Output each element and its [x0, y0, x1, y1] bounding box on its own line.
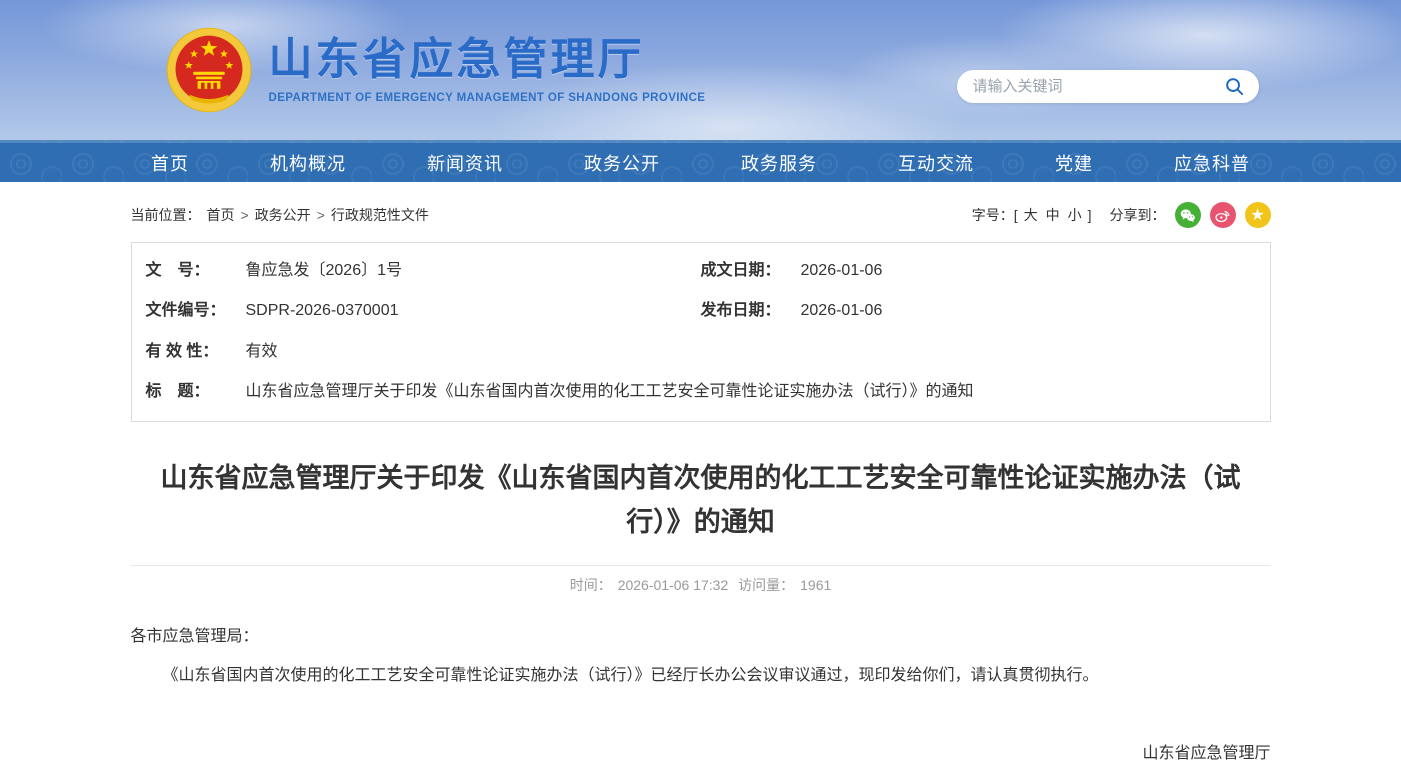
- visits-label: 访问量：: [738, 577, 794, 593]
- meta-value-docnumber: 鲁应急发〔2026〕1号: [246, 260, 403, 282]
- article-salutation: 各市应急管理局：: [131, 621, 1271, 652]
- fontsize-label-end: ]: [1088, 207, 1092, 223]
- weibo-share-icon[interactable]: [1210, 202, 1236, 228]
- meta-value-validity: 有效: [246, 341, 278, 363]
- article-body: 各市应急管理局： 《山东省国内首次使用的化工工艺安全可靠性论证实施办法（试行）》…: [131, 621, 1271, 774]
- meta-label-fileid: 文件编号：: [146, 300, 236, 322]
- meta-row-title: 标 题： 山东省应急管理厅关于印发《山东省国内首次使用的化工工艺安全可靠性论证实…: [132, 372, 1270, 412]
- document-meta-table: 文 号： 鲁应急发〔2026〕1号 成文日期： 2026-01-06 文件编号：…: [131, 242, 1271, 422]
- article-paragraph: 《山东省国内首次使用的化工工艺安全可靠性论证实施办法（试行）》已经厅长办公会议审…: [131, 660, 1271, 691]
- time-label: 时间：: [570, 577, 612, 593]
- meta-row-docnumber-date: 文 号： 鲁应急发〔2026〕1号 成文日期： 2026-01-06: [132, 251, 1270, 291]
- search-icon[interactable]: [1223, 75, 1247, 99]
- breadcrumb-item-home[interactable]: 首页: [207, 205, 235, 225]
- nav-item-news[interactable]: 新闻资讯: [427, 150, 503, 176]
- breadcrumb: 当前位置： 首页 > 政务公开 > 行政规范性文件: [131, 205, 429, 225]
- nav-item-services[interactable]: 政务服务: [741, 150, 817, 176]
- signature-org: 山东省应急管理厅: [131, 737, 1271, 771]
- meta-label-written-date: 成文日期：: [701, 260, 791, 282]
- site-name-en: DEPARTMENT OF EMERGENCY MANAGEMENT OF SH…: [269, 92, 706, 104]
- nav-item-science[interactable]: 应急科普: [1174, 150, 1250, 176]
- share-label: 分享到：: [1110, 205, 1166, 225]
- time-value: 2026-01-06 17:32: [618, 577, 729, 593]
- breadcrumb-separator: >: [241, 207, 249, 223]
- meta-label-docnumber: 文 号：: [146, 260, 236, 282]
- meta-label-validity: 有 效 性：: [146, 341, 236, 363]
- fontsize-large-button[interactable]: 大: [1022, 205, 1040, 225]
- fontsize-small-button[interactable]: 小: [1066, 205, 1084, 225]
- page-toolbar: 字号：[ 大 中 小 ] 分享到：: [972, 202, 1271, 228]
- meta-row-validity: 有 效 性： 有效: [132, 332, 1270, 372]
- site-name: 山东省应急管理厅: [269, 36, 706, 84]
- breadcrumb-label: 当前位置：: [131, 205, 201, 225]
- article-meta-row: 时间： 2026-01-06 17:32 访问量： 1961: [131, 565, 1271, 595]
- breadcrumb-item-gov-info[interactable]: 政务公开: [255, 205, 311, 225]
- nav-item-interact[interactable]: 互动交流: [898, 150, 974, 176]
- nav-item-party[interactable]: 党建: [1055, 150, 1093, 176]
- wechat-share-icon[interactable]: [1175, 202, 1201, 228]
- fontsize-label: 字号：[: [972, 205, 1018, 225]
- qzone-share-icon[interactable]: ★: [1245, 202, 1271, 228]
- nav-item-gov-info[interactable]: 政务公开: [584, 150, 660, 176]
- nav-item-home[interactable]: 首页: [151, 150, 189, 176]
- meta-value-publish-date: 2026-01-06: [801, 300, 883, 322]
- site-banner: 山东省应急管理厅 DEPARTMENT OF EMERGENCY MANAGEM…: [0, 0, 1401, 140]
- meta-label-title: 标 题：: [146, 381, 236, 403]
- article-title: 山东省应急管理厅关于印发《山东省国内首次使用的化工工艺安全可靠性论证实施办法（试…: [131, 456, 1271, 545]
- visits-value: 1961: [800, 577, 831, 593]
- nav-item-about[interactable]: 机构概况: [270, 150, 346, 176]
- fontsize-medium-button[interactable]: 中: [1044, 205, 1062, 225]
- search-box: [957, 70, 1259, 103]
- breadcrumb-separator: >: [317, 207, 325, 223]
- meta-value-title: 山东省应急管理厅关于印发《山东省国内首次使用的化工工艺安全可靠性论证实施办法（试…: [246, 381, 974, 403]
- page: 山东省应急管理厅 DEPARTMENT OF EMERGENCY MANAGEM…: [0, 0, 1401, 774]
- meta-label-publish-date: 发布日期：: [701, 300, 791, 322]
- meta-value-written-date: 2026-01-06: [801, 260, 883, 282]
- meta-row-fileid-publish: 文件编号： SDPR-2026-0370001 发布日期： 2026-01-06: [132, 291, 1270, 331]
- article-signature: 山东省应急管理厅 2026年1月6日: [131, 737, 1271, 774]
- breadcrumb-item-current[interactable]: 行政规范性文件: [331, 205, 429, 225]
- main-nav: 首页 机构概况 新闻资讯 政务公开 政务服务 互动交流 党建 应急科普: [0, 140, 1401, 182]
- search-input[interactable]: [973, 78, 1223, 95]
- national-emblem-icon: [165, 26, 253, 114]
- breadcrumb-toolbar-row: 当前位置： 首页 > 政务公开 > 行政规范性文件 字号：[ 大 中 小 ] 分…: [131, 182, 1271, 242]
- signature-date: 2026年1月6日: [131, 771, 1271, 774]
- site-logo[interactable]: 山东省应急管理厅 DEPARTMENT OF EMERGENCY MANAGEM…: [131, 26, 706, 114]
- meta-value-fileid: SDPR-2026-0370001: [246, 300, 399, 322]
